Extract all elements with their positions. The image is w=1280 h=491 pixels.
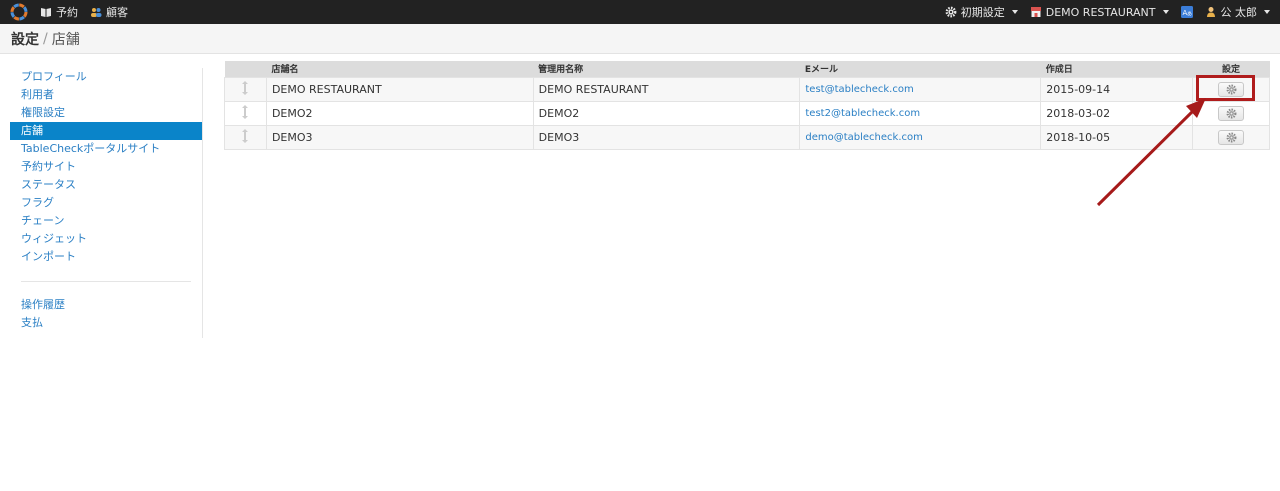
annotation-arrow-icon <box>1096 98 1206 207</box>
